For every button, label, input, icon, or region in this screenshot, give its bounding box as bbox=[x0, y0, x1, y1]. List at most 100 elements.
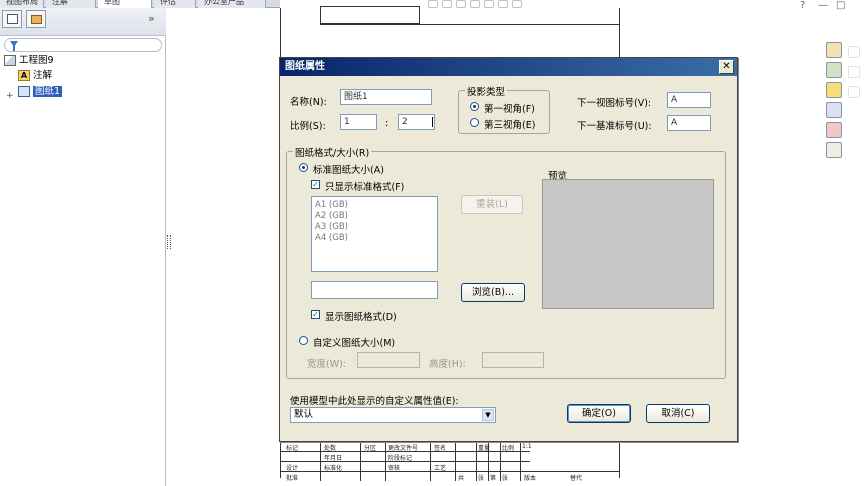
next-view-label: 下一视图标号(V): bbox=[577, 98, 652, 109]
third-angle-radio[interactable] bbox=[470, 118, 479, 127]
width-input[interactable] bbox=[357, 352, 420, 368]
feature-tree-icon bbox=[7, 14, 18, 24]
ok-button[interactable]: 确定(O) bbox=[567, 404, 631, 423]
tab-evaluate[interactable]: 评估 bbox=[154, 0, 196, 8]
dropdown-arrow-icon[interactable]: ▼ bbox=[482, 409, 494, 421]
folder-icon[interactable] bbox=[826, 82, 842, 98]
title-block: 标记 处数 分区 更改文件号 签名 年月日 设计 标准化 阶段标记 重量 比例 … bbox=[280, 440, 620, 482]
property-manager-icon bbox=[31, 15, 42, 24]
first-angle-label: 第一视角(F) bbox=[484, 104, 535, 115]
sheet-size-list[interactable]: A1 (GB) A2 (GB) A3 (GB) A4 (GB) bbox=[311, 196, 438, 272]
first-angle-radio[interactable] bbox=[470, 102, 479, 111]
sheet-icon bbox=[18, 86, 30, 97]
pane-ghost-icon bbox=[848, 86, 860, 98]
sheet-preview-pane bbox=[542, 179, 714, 309]
text-cursor bbox=[432, 117, 433, 127]
feature-filter-input[interactable] bbox=[4, 38, 162, 52]
scale-separator: : bbox=[385, 118, 389, 129]
heads-up-view-toolbar bbox=[428, 0, 578, 10]
reload-button[interactable]: 重装(L) bbox=[461, 195, 523, 214]
projection-type-legend: 投影类型 bbox=[465, 84, 508, 98]
tb-label: 重量 bbox=[478, 445, 491, 452]
property-manager-tab[interactable] bbox=[26, 10, 46, 28]
next-datum-input[interactable]: A bbox=[667, 115, 711, 131]
scale-label: 比例(S): bbox=[290, 121, 326, 132]
custom-size-label: 自定义图纸大小(M) bbox=[313, 338, 396, 349]
tab-annotation[interactable]: 注解 bbox=[46, 0, 96, 8]
tree-item-sheet1[interactable]: 图纸1 bbox=[18, 85, 63, 99]
show-standard-only-checkbox[interactable]: ✓ bbox=[311, 180, 320, 189]
next-datum-label: 下一基准标号(U): bbox=[577, 121, 652, 132]
sheet-top-line bbox=[320, 24, 620, 25]
name-label: 名称(N): bbox=[290, 97, 327, 108]
pane-ghost-icon bbox=[848, 66, 860, 78]
appearance-icon[interactable] bbox=[826, 122, 842, 138]
panel-expand-chevron[interactable]: » bbox=[148, 12, 155, 25]
format-path-input[interactable] bbox=[311, 281, 438, 299]
filter-icon bbox=[10, 41, 18, 51]
tb-label: 年月日 bbox=[324, 455, 343, 462]
tb-label: 审核 bbox=[388, 465, 401, 472]
list-item[interactable]: A3 (GB) bbox=[315, 222, 348, 232]
custom-properties-icon[interactable] bbox=[826, 142, 842, 158]
browse-button[interactable]: 浏览(B)... bbox=[461, 283, 525, 302]
zoom-area-icon[interactable] bbox=[442, 0, 452, 8]
list-item[interactable]: A2 (GB) bbox=[315, 211, 348, 221]
design-library-icon[interactable] bbox=[826, 62, 842, 78]
panel-toolbar: » bbox=[0, 8, 166, 36]
tb-label: 1:1 bbox=[522, 443, 532, 450]
sheet-properties-dialog: 图纸属性 ✕ 名称(N): 图纸1 比例(S): 1 : 2 投影类型 第一视角… bbox=[279, 57, 738, 442]
previous-view-icon[interactable] bbox=[456, 0, 466, 8]
list-item[interactable]: A4 (GB) bbox=[315, 233, 348, 243]
height-label: 高度(H): bbox=[429, 359, 466, 370]
list-item[interactable]: A1 (GB) bbox=[315, 200, 348, 210]
home-icon[interactable] bbox=[826, 42, 842, 58]
name-input[interactable]: 图纸1 bbox=[340, 89, 432, 105]
minimize-button[interactable]: — bbox=[818, 0, 828, 11]
tb-label: 更改文件号 bbox=[388, 445, 419, 452]
custom-property-label: 使用模型中此处显示的自定义属性值(E): bbox=[290, 396, 459, 407]
tb-label: 标准化 bbox=[324, 465, 343, 472]
standard-size-radio[interactable] bbox=[299, 163, 308, 172]
scale-denominator-input[interactable]: 2 bbox=[398, 114, 435, 130]
height-input[interactable] bbox=[482, 352, 544, 368]
view-settings-icon[interactable] bbox=[512, 0, 522, 8]
drawing-icon bbox=[4, 55, 16, 66]
width-label: 宽度(W): bbox=[307, 359, 347, 370]
tree-expand-toggle[interactable]: + bbox=[6, 91, 14, 101]
tab-view-layout[interactable]: 视图布局 bbox=[0, 0, 44, 8]
zoom-fit-icon[interactable] bbox=[428, 0, 438, 8]
tab-sketch[interactable]: 草图 bbox=[98, 0, 152, 8]
custom-size-radio[interactable] bbox=[299, 336, 308, 345]
task-pane-toolbar bbox=[824, 42, 844, 166]
tb-label: 阶段标记 bbox=[388, 455, 413, 462]
next-view-input[interactable]: A bbox=[667, 92, 711, 108]
custom-property-select[interactable]: 默认 ▼ bbox=[290, 407, 496, 423]
tree-item-annotations[interactable]: A 注解 bbox=[18, 69, 52, 83]
dialog-close-button[interactable]: ✕ bbox=[719, 60, 734, 74]
scale-numerator-input[interactable]: 1 bbox=[340, 114, 377, 130]
tb-label: 处数 bbox=[324, 445, 337, 452]
feature-tree-tab[interactable] bbox=[2, 10, 22, 28]
tree-item-sheet1-label: 图纸1 bbox=[33, 86, 63, 97]
display-style-icon[interactable] bbox=[484, 0, 494, 8]
tb-label: 张 bbox=[502, 475, 509, 482]
dialog-title-bar: 图纸属性 bbox=[280, 58, 737, 76]
restore-button[interactable]: □ bbox=[836, 0, 845, 11]
collapse-pane-icon[interactable] bbox=[848, 46, 860, 58]
view-palette-icon[interactable] bbox=[826, 102, 842, 118]
help-button[interactable]: ? bbox=[800, 0, 805, 11]
cancel-button[interactable]: 取消(C) bbox=[646, 404, 710, 423]
display-format-label: 显示图纸格式(D) bbox=[325, 312, 397, 323]
rotate-view-icon[interactable] bbox=[470, 0, 480, 8]
tree-root-drawing[interactable]: 工程图9 bbox=[4, 54, 54, 68]
panel-splitter-grip[interactable] bbox=[167, 235, 171, 249]
custom-property-value: 默认 bbox=[294, 409, 314, 420]
hide-show-icon[interactable] bbox=[498, 0, 508, 8]
third-angle-label: 第三视角(E) bbox=[484, 120, 536, 131]
sheet-format-legend: 图纸格式/大小(R) bbox=[293, 145, 372, 159]
tab-office-products[interactable]: 办公室产品 bbox=[198, 0, 266, 8]
tb-label: 比例 bbox=[502, 445, 515, 452]
command-manager-tabs: 视图布局 注解 草图 评估 办公室产品 bbox=[0, 0, 280, 8]
display-format-checkbox[interactable]: ✓ bbox=[311, 310, 320, 319]
